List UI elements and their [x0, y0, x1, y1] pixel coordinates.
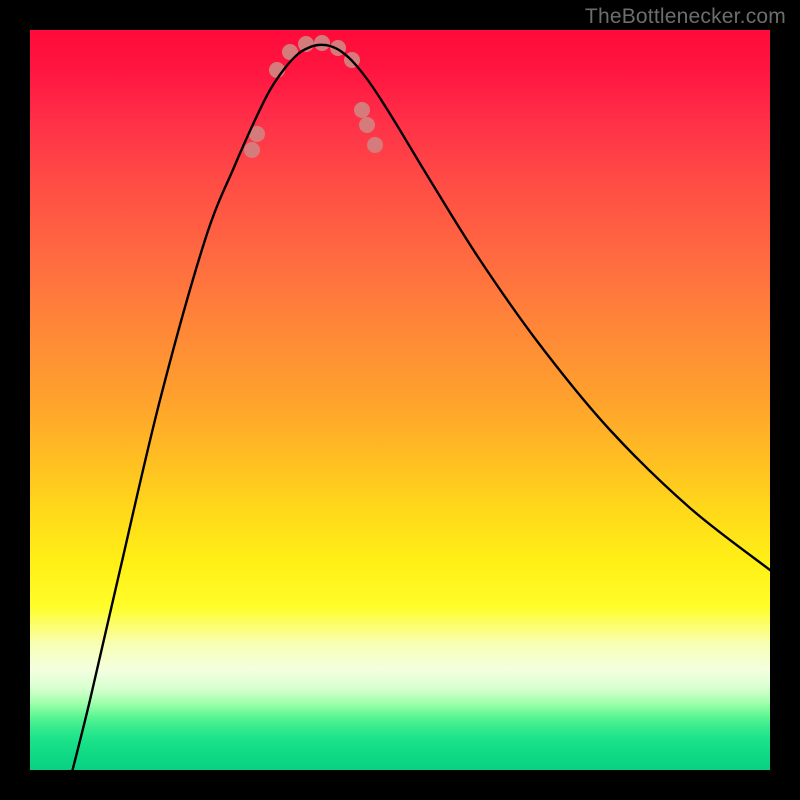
highlight-dot — [314, 35, 330, 51]
chart-frame: TheBottlenecker.com — [0, 0, 800, 800]
curve-layer — [30, 30, 770, 770]
highlight-dots-group — [244, 35, 383, 158]
highlight-dot — [367, 137, 383, 153]
highlight-dot — [354, 102, 370, 118]
bottleneck-curve — [70, 45, 770, 770]
plot-area — [30, 30, 770, 770]
highlight-dot — [359, 117, 375, 133]
highlight-dot — [244, 142, 260, 158]
watermark-text: TheBottlenecker.com — [585, 5, 786, 29]
